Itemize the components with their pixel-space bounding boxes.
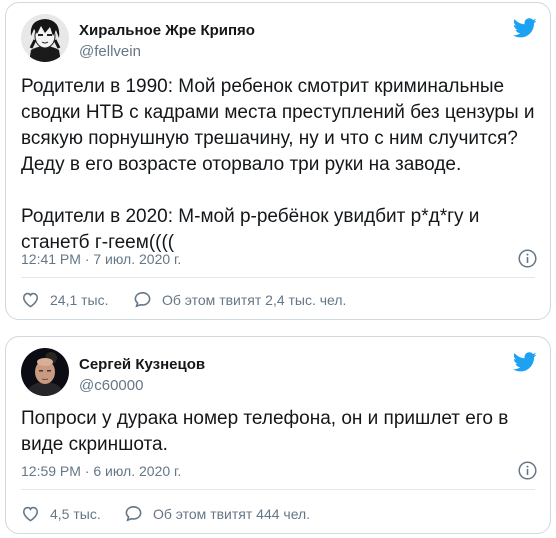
- info-icon[interactable]: [518, 249, 537, 268]
- author-name[interactable]: Хиральное Жре Крипяо: [79, 22, 255, 39]
- tweet-card[interactable]: Хиральное Жре Крипяо @fellvein Родители …: [5, 2, 551, 320]
- tweet-timestamp[interactable]: 12:59 PM · 6 июл. 2020 г.: [21, 463, 181, 479]
- twitter-bird-icon[interactable]: [512, 16, 537, 40]
- author-name[interactable]: Сергей Кузнецов: [79, 356, 205, 373]
- comment-icon: [134, 291, 151, 308]
- heart-icon: [22, 506, 39, 522]
- discussion-button[interactable]: Об этом твитят 444 чел.: [124, 504, 310, 523]
- tweet-card[interactable]: Сергей Кузнецов @c60000 Попроси у дурака…: [5, 336, 551, 534]
- comment-icon: [125, 505, 142, 522]
- author-handle[interactable]: @fellvein: [79, 43, 141, 60]
- info-icon[interactable]: [518, 461, 537, 480]
- avatar[interactable]: [21, 14, 69, 62]
- divider: [21, 277, 535, 278]
- heart-icon: [22, 292, 39, 308]
- discussion-text: Об этом твитят 444 чел.: [153, 505, 311, 522]
- avatar[interactable]: [21, 348, 69, 396]
- tweet-text: Попроси у дурака номер телефона, он и пр…: [21, 408, 514, 455]
- tweet-timestamp[interactable]: 12:41 PM · 7 июл. 2020 г.: [21, 251, 181, 267]
- like-button[interactable]: 4,5 тыс.: [21, 504, 101, 523]
- divider: [21, 489, 535, 490]
- like-count: 24,1 тыс.: [50, 291, 109, 308]
- discussion-text: Об этом твитят 2,4 тыс. чел.: [162, 291, 347, 308]
- discussion-button[interactable]: Об этом твитят 2,4 тыс. чел.: [133, 290, 346, 309]
- twitter-bird-icon[interactable]: [512, 350, 537, 374]
- tweet-text: Родители в 1990: Мой ребенок смотрит кри…: [21, 76, 535, 253]
- like-button[interactable]: 24,1 тыс.: [21, 290, 109, 309]
- like-count: 4,5 тыс.: [50, 505, 101, 522]
- author-handle[interactable]: @c60000: [79, 377, 143, 394]
